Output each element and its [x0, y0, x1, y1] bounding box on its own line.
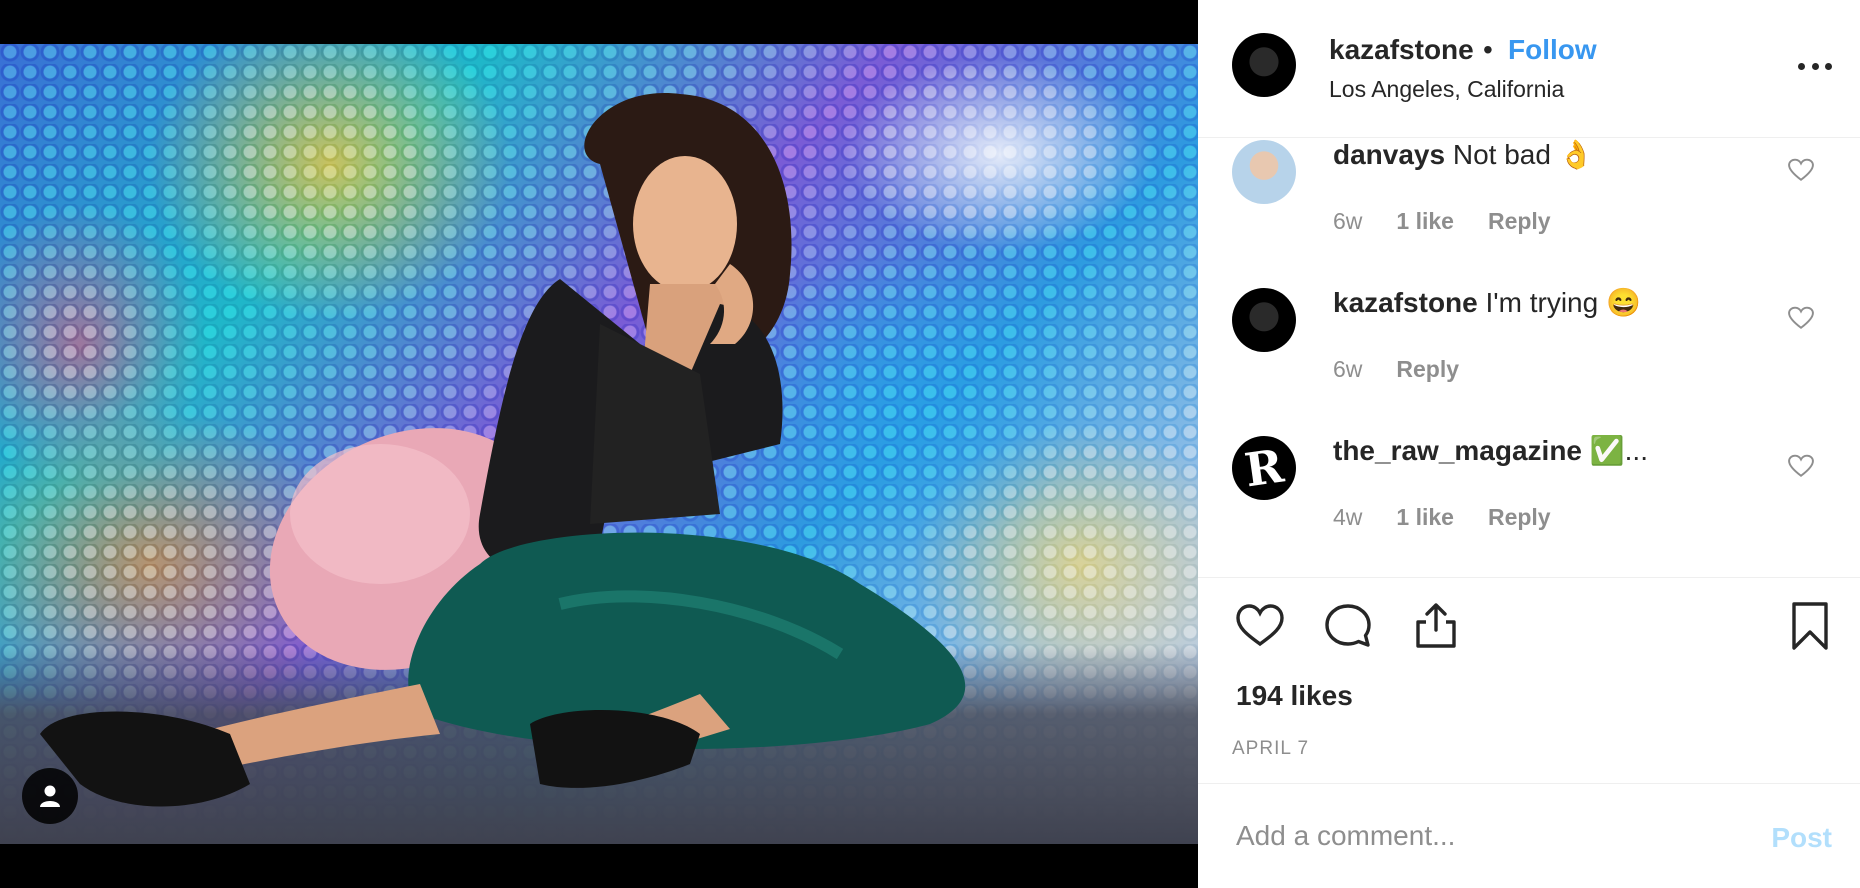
- author-username[interactable]: kazafstone: [1329, 34, 1474, 66]
- post-header: kazafstone • Follow Los Angeles, Califor…: [1198, 0, 1860, 138]
- reply-button[interactable]: Reply: [1396, 356, 1459, 383]
- comment-item: kazafstone I'm trying 😄 6w Reply: [1198, 286, 1860, 434]
- post-side-panel: kazafstone • Follow Los Angeles, Califor…: [1198, 0, 1860, 888]
- comment-likes[interactable]: 1 like: [1396, 208, 1454, 235]
- photo-panel: [0, 0, 1198, 888]
- post-location[interactable]: Los Angeles, California: [1329, 76, 1564, 103]
- comment-username[interactable]: kazafstone: [1333, 287, 1478, 318]
- commenter-avatar[interactable]: [1232, 140, 1296, 204]
- comment-like-heart-icon[interactable]: [1788, 454, 1814, 478]
- comment-text: the_raw_magazine ✅...: [1333, 434, 1648, 467]
- commenter-avatar[interactable]: R: [1232, 436, 1296, 500]
- comment-item: danvays Not bad 👌 6w 1 like Reply: [1198, 138, 1860, 286]
- comment-age: 6w: [1333, 208, 1363, 234]
- raw-magazine-logo: R: [1241, 438, 1287, 498]
- post-date: APRIL 7: [1232, 738, 1310, 759]
- comment-text: danvays Not bad 👌: [1333, 138, 1594, 171]
- comment-item: R the_raw_magazine ✅... 4w 1 like Reply: [1198, 434, 1860, 577]
- comment-body: ✅...: [1589, 435, 1648, 466]
- author-avatar[interactable]: [1232, 33, 1296, 97]
- comment-meta: 6w 1 like Reply: [1333, 208, 1551, 235]
- comment-body: Not bad 👌: [1452, 139, 1594, 170]
- post-actions-bar: [1198, 600, 1860, 670]
- heart-icon[interactable]: [1234, 600, 1286, 652]
- comment-username[interactable]: the_raw_magazine: [1333, 435, 1582, 466]
- comment-bubble-icon[interactable]: [1322, 600, 1374, 652]
- likes-count[interactable]: 194 likes: [1236, 680, 1353, 712]
- commenter-avatar[interactable]: [1232, 288, 1296, 352]
- comment-meta: 4w 1 like Reply: [1333, 504, 1551, 531]
- comment-text: kazafstone I'm trying 😄: [1333, 286, 1641, 319]
- reply-button[interactable]: Reply: [1488, 504, 1551, 531]
- add-comment-bar: Post: [1198, 783, 1860, 888]
- comment-input[interactable]: [1236, 814, 1706, 858]
- post-photo[interactable]: [0, 44, 1198, 844]
- comment-like-heart-icon[interactable]: [1788, 158, 1814, 182]
- separator-dot: •: [1483, 34, 1493, 65]
- comment-like-heart-icon[interactable]: [1788, 306, 1814, 330]
- comment-likes[interactable]: 1 like: [1396, 504, 1454, 531]
- comment-meta: 6w Reply: [1333, 356, 1459, 383]
- comment-body: I'm trying 😄: [1485, 287, 1641, 318]
- follow-button[interactable]: Follow: [1508, 34, 1597, 66]
- comment-age: 6w: [1333, 356, 1363, 382]
- post-comment-button[interactable]: Post: [1771, 822, 1832, 854]
- comments-list[interactable]: danvays Not bad 👌 6w 1 like Reply kazafs…: [1198, 138, 1860, 578]
- comment-username[interactable]: danvays: [1333, 139, 1445, 170]
- more-options-icon[interactable]: [1798, 52, 1832, 80]
- model-figure: [40, 93, 966, 807]
- bookmark-icon[interactable]: [1784, 600, 1836, 652]
- reply-button[interactable]: Reply: [1488, 208, 1551, 235]
- tagged-user-icon[interactable]: [22, 768, 78, 824]
- share-icon[interactable]: [1410, 600, 1462, 652]
- comment-age: 4w: [1333, 504, 1363, 530]
